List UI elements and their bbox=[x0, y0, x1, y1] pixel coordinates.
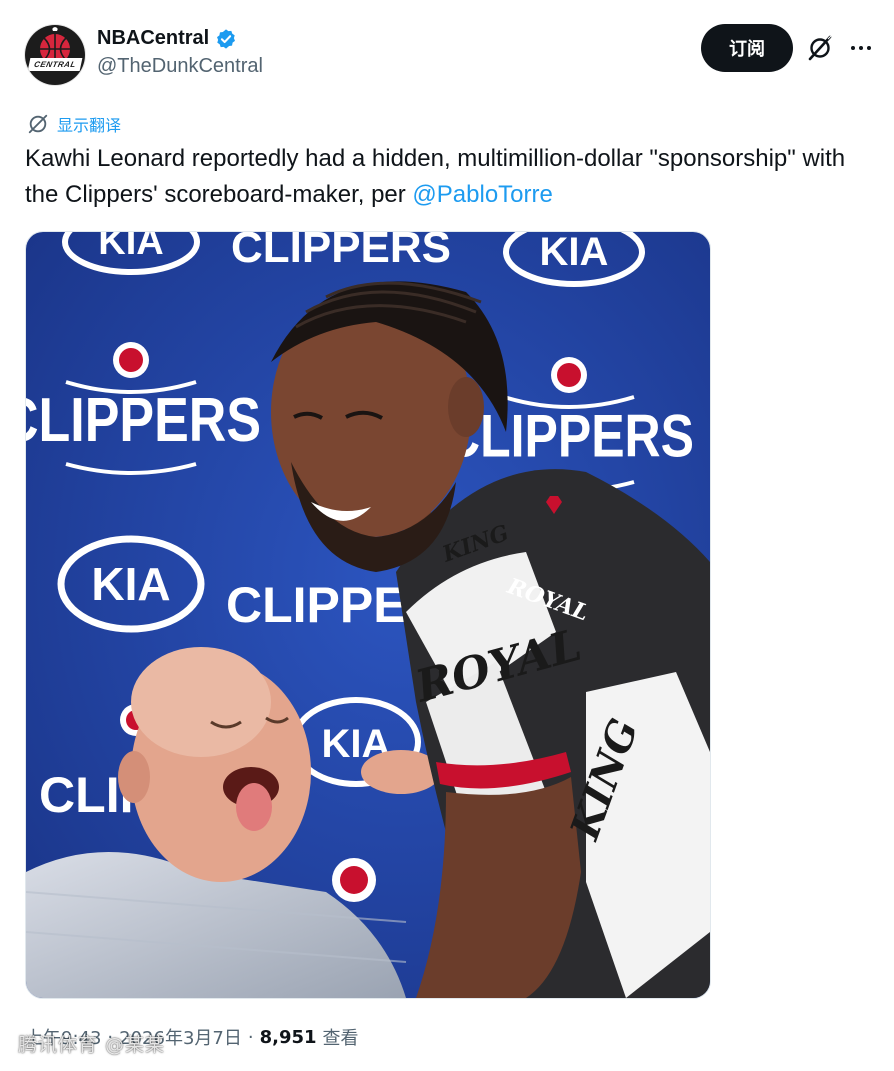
account-names: NBACentral @TheDunkCentral bbox=[97, 27, 263, 78]
tweet-photo[interactable]: KIA KIA KIA KIA CLIPPERS CLIPPERS CLIPPE… bbox=[25, 231, 711, 999]
grok-icon[interactable] bbox=[806, 34, 834, 62]
svg-text:KIA: KIA bbox=[98, 232, 163, 263]
svg-text:KIA: KIA bbox=[540, 232, 609, 274]
clippers-logo: CLIPPERS bbox=[231, 232, 451, 272]
tweet-text: Kawhi Leonard reportedly had a hidden, m… bbox=[25, 141, 855, 213]
tweet-date[interactable]: 2026年3月7日 bbox=[119, 1024, 242, 1050]
translate-label: 显示翻译 bbox=[57, 116, 122, 135]
mention-link[interactable]: @PabloTorre bbox=[412, 181, 552, 208]
subscribe-button[interactable]: 订阅 bbox=[701, 24, 793, 72]
svg-text:CLIPPERS: CLIPPERS bbox=[231, 232, 451, 272]
avatar[interactable]: CENTRAL bbox=[25, 25, 85, 85]
meta-separator: · bbox=[247, 1026, 254, 1048]
clippers-logo bbox=[332, 858, 376, 902]
translate-icon bbox=[28, 114, 48, 134]
views-label: 查看 bbox=[322, 1028, 359, 1049]
verified-badge-icon bbox=[217, 28, 236, 49]
avatar-ribbon: CENTRAL bbox=[27, 58, 83, 71]
tweet-meta: 上午9:43 · 2026年3月7日 · 8,951 查看 bbox=[25, 1024, 359, 1050]
more-options-icon[interactable] bbox=[849, 36, 873, 60]
account-handle[interactable]: @TheDunkCentral bbox=[97, 55, 263, 78]
show-translation-link[interactable]: 显示翻译 bbox=[27, 112, 121, 136]
display-name[interactable]: NBACentral bbox=[97, 27, 209, 50]
tweet-card: CENTRAL NBACentral @TheDunkCentral 订阅 显示… bbox=[0, 0, 894, 1071]
tweet-time[interactable]: 上午9:43 bbox=[25, 1024, 101, 1050]
views-count: 8,951 bbox=[259, 1026, 317, 1048]
display-name-row: NBACentral bbox=[97, 27, 263, 50]
meta-separator: · bbox=[107, 1026, 114, 1048]
svg-text:KIA: KIA bbox=[91, 558, 170, 610]
svg-text:CLIPPERS: CLIPPERS bbox=[26, 385, 261, 455]
photo-illustration: KIA KIA KIA KIA CLIPPERS CLIPPERS CLIPPE… bbox=[26, 232, 710, 998]
basketball-icon bbox=[26, 26, 84, 84]
